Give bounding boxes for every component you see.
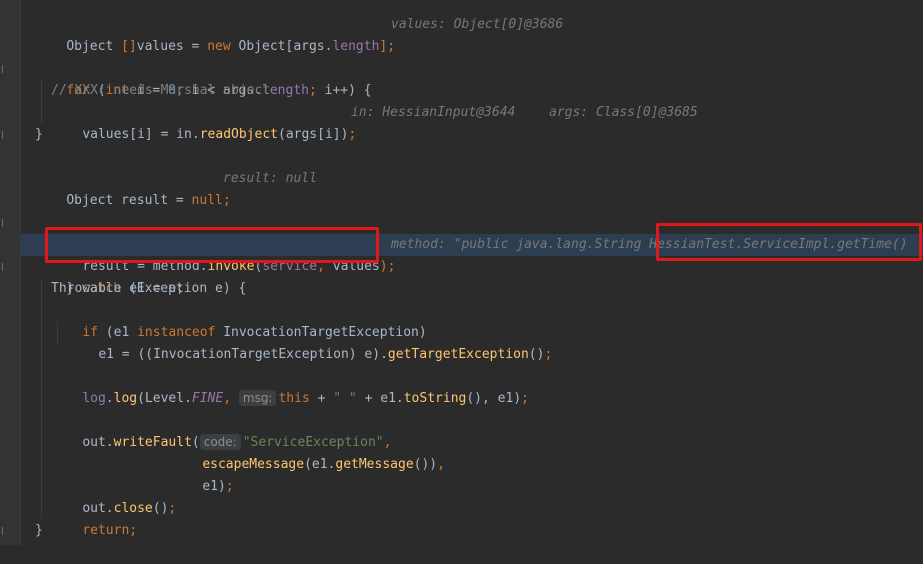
highlight-box-invoke-call [45,227,379,263]
parameter-hint: msg: [238,390,277,406]
editor-gutter[interactable] [0,0,21,545]
code-token: length [332,39,380,54]
code-token: " " [333,391,365,406]
code-token: values = [136,39,208,54]
debug-inline-value[interactable]: values: Object[0]@3686 [391,14,563,36]
code-line[interactable]: // XXX: needs Marshal object [20,80,923,102]
code-token: Object[args. [238,39,333,54]
code-line[interactable]: Object result = null; result: null [20,168,923,208]
debug-inline-value[interactable]: args: Class[0]@3685 [549,102,698,124]
code-token: Object [66,39,122,54]
debug-inline-value[interactable]: in: HessianInput@3644 [351,102,515,124]
code-line[interactable]: for (int i = 0; i < args.length; i++) { [20,58,923,98]
code-token: () [528,347,545,362]
code-line[interactable]: values[i] = in.readObject(args[i]); in: … [20,102,923,142]
debug-inline-value[interactable]: result: null [223,168,317,190]
code-token: log [82,391,106,406]
code-line[interactable]: e1 = ((InvocationTargetException) e).get… [20,322,923,362]
code-token: new [207,39,239,54]
code-token: ; [521,391,529,406]
code-line[interactable]: log.log(Level.FINE, msg: this + " " + e1.… [20,366,923,406]
code-line[interactable]: Throwable e1 = e; [20,278,923,300]
code-token: ; [544,347,553,362]
code-comment: // XXX: needs Marshal object [51,83,271,98]
code-token: } [35,127,43,142]
highlight-box-method-value [656,223,922,261]
code-token: } [35,523,43,538]
fold-marker-icon[interactable] [2,131,6,139]
code-line[interactable]: escapeMessage(e1.getMessage()), [20,432,923,472]
code-line[interactable]: e1); [20,454,923,494]
fold-marker-icon[interactable] [2,263,6,271]
code-token: getTargetException [387,347,529,362]
code-token: e1 = ((InvocationTargetException) e). [98,347,388,362]
code-line[interactable]: if (e1 instanceof InvocationTargetExcept… [20,300,923,340]
code-line[interactable]: return; [20,498,923,538]
code-token: (), e1) [466,391,522,406]
fold-marker-icon[interactable] [2,527,6,535]
code-token: this [278,391,318,406]
code-token: (Level. [137,391,192,406]
code-token: [] [121,39,137,54]
fold-marker-icon[interactable] [2,65,6,73]
code-token: + [317,391,334,406]
code-token: . [105,391,114,406]
code-token: ; [222,193,231,208]
code-token: null [191,193,223,208]
code-line[interactable]: out.close(); [20,476,923,516]
code-token: Object result = [66,193,192,208]
code-token: log [113,391,138,406]
code-token: Throwable e1 = e; [51,281,185,296]
code-line[interactable]: } [20,520,923,542]
code-line[interactable]: } [20,124,923,146]
code-token: + e1. [364,391,404,406]
code-token: , [223,391,239,406]
code-token: toString [403,391,467,406]
code-token: FINE [191,391,224,406]
code-token: ]; [379,39,396,54]
fold-marker-icon[interactable] [2,219,6,227]
code-line[interactable]: out.writeFault(code: "ServiceException", [20,410,923,450]
code-line[interactable]: Object []values = new Object[args.length… [20,14,923,54]
